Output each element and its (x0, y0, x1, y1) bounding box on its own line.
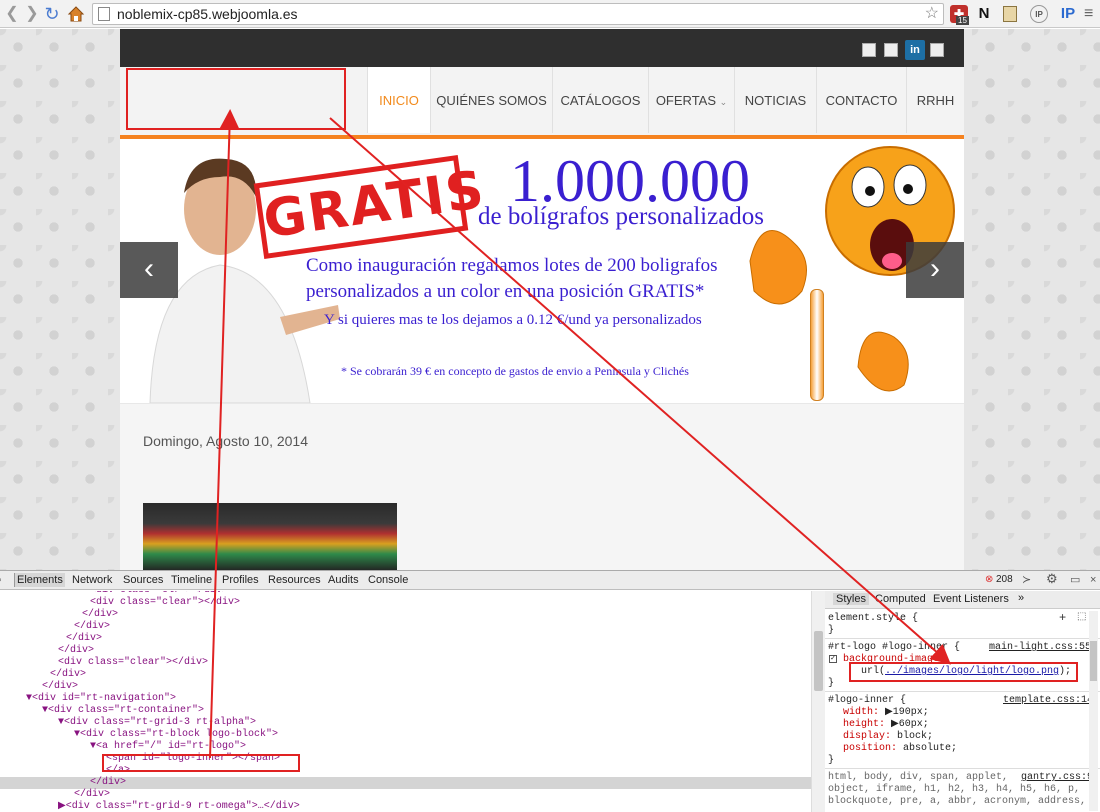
annotation-arrows (209, 109, 952, 759)
arrow-span-to-logo (209, 109, 240, 759)
arrow-logo-to-css (329, 117, 952, 665)
